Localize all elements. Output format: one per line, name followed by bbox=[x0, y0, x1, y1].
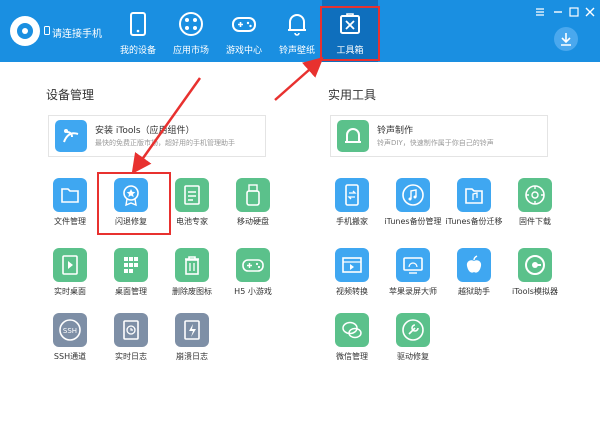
screen-cast-icon bbox=[396, 248, 430, 282]
phone-transfer-icon bbox=[335, 178, 369, 212]
banner-title: 铃声制作 bbox=[377, 126, 414, 136]
tool-mobile-drive[interactable]: 移动硬盘 bbox=[218, 178, 288, 234]
tool-h5-games[interactable]: H5 小游戏 bbox=[218, 248, 288, 304]
crash-repair-highlight-box bbox=[97, 172, 171, 235]
itools-window: 请连接手机 我的设备 应用市场 游戏中心 铃声壁纸 工具箱 设备管理 实用工具 … bbox=[0, 0, 600, 425]
gamepad-icon bbox=[236, 248, 270, 282]
chat-bubbles-icon bbox=[335, 313, 369, 347]
tool-label: 移动硬盘 bbox=[237, 217, 269, 226]
minimize-icon[interactable] bbox=[552, 6, 564, 18]
gamepad-icon bbox=[232, 17, 256, 32]
bell-icon bbox=[337, 120, 369, 152]
banner-description: 铃声DIY，快速制作属于你自己的铃声 bbox=[377, 139, 494, 147]
top-bar: 请连接手机 我的设备 应用市场 游戏中心 铃声壁纸 工具箱 bbox=[0, 0, 600, 62]
grid-icon bbox=[114, 248, 148, 282]
tool-label: iTools模拟器 bbox=[512, 287, 558, 296]
arrow-to-toolbox bbox=[274, 57, 324, 101]
maximize-icon[interactable] bbox=[568, 6, 580, 18]
skin-icon[interactable] bbox=[534, 6, 546, 18]
tool-crash-log[interactable]: 崩溃日志 bbox=[157, 313, 227, 369]
tool-label: 崩溃日志 bbox=[176, 352, 208, 361]
utilities-heading: 实用工具 bbox=[328, 88, 377, 102]
download-icon bbox=[561, 33, 571, 46]
close-icon[interactable] bbox=[584, 6, 596, 18]
device-management-heading: 设备管理 bbox=[46, 88, 95, 102]
phone-small-icon bbox=[44, 26, 50, 35]
lightning-doc-icon bbox=[175, 313, 209, 347]
itools-logo-icon bbox=[10, 16, 40, 46]
itools-app-icon bbox=[55, 120, 87, 152]
tool-label: 驱动修复 bbox=[397, 352, 429, 361]
toolbox-highlight-box bbox=[320, 6, 380, 61]
usb-drive-icon bbox=[236, 178, 270, 212]
bell-icon bbox=[288, 14, 306, 36]
app-grid-icon bbox=[179, 12, 203, 36]
phone-icon bbox=[130, 12, 146, 36]
music-disc-icon bbox=[396, 178, 430, 212]
tool-firmware-download[interactable]: 固件下载 bbox=[500, 178, 570, 234]
tool-driver-repair[interactable]: 驱动修复 bbox=[378, 313, 448, 369]
download-manager-button[interactable] bbox=[554, 27, 578, 51]
gear-icon bbox=[518, 178, 552, 212]
tool-label: 固件下载 bbox=[519, 217, 551, 226]
banner-title: 安装 iTools（应用组件） bbox=[95, 126, 195, 136]
emulator-icon bbox=[518, 248, 552, 282]
tool-itools-emulator[interactable]: iTools模拟器 bbox=[500, 248, 570, 304]
connect-phone-link[interactable]: 请连接手机 bbox=[52, 25, 102, 40]
film-icon bbox=[335, 248, 369, 282]
clock-doc-icon bbox=[114, 313, 148, 347]
music-folder-icon bbox=[457, 178, 491, 212]
ssh-icon: SSH bbox=[53, 313, 87, 347]
banner-description: 最快的免费正版市场，超好用的手机管理助手 bbox=[95, 139, 235, 147]
folder-icon bbox=[53, 178, 87, 212]
install-itools-banner[interactable]: 安装 iTools（应用组件） 最快的免费正版市场，超好用的手机管理助手 bbox=[48, 115, 266, 157]
trash-icon bbox=[175, 248, 209, 282]
clipboard-icon bbox=[175, 178, 209, 212]
svg-text:SSH: SSH bbox=[63, 327, 77, 335]
apple-icon bbox=[457, 248, 491, 282]
wrench-icon bbox=[396, 313, 430, 347]
play-screen-icon bbox=[53, 248, 87, 282]
tool-label: H5 小游戏 bbox=[234, 287, 272, 296]
ringtone-maker-banner[interactable]: 铃声制作 铃声DIY，快速制作属于你自己的铃声 bbox=[330, 115, 548, 157]
